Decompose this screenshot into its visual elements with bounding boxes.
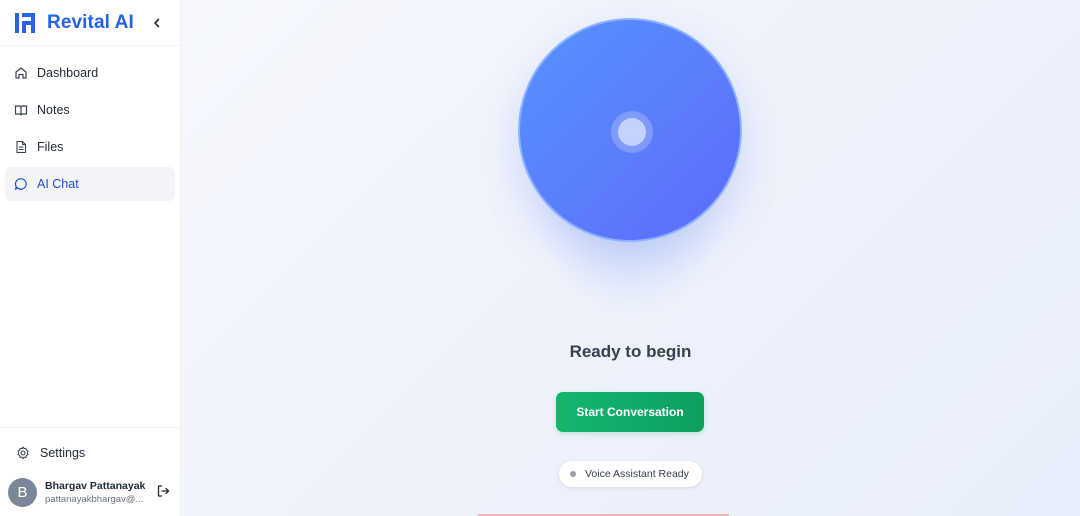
- brand-header: Revital AI: [0, 0, 180, 46]
- sidebar-item-label: Files: [37, 140, 64, 154]
- brand-name: Revital AI: [47, 11, 134, 33]
- user-name: Bhargav Pattanayak: [45, 479, 146, 492]
- book-icon: [14, 103, 28, 117]
- sidebar-nav: Dashboard Notes Files AI Chat: [0, 46, 180, 214]
- sidebar-item-dashboard[interactable]: Dashboard: [5, 56, 175, 90]
- file-icon: [14, 140, 28, 154]
- status-badge: Voice Assistant Ready: [559, 461, 702, 487]
- user-email: pattanayakbhargav@...: [45, 493, 144, 505]
- logout-icon: [157, 485, 170, 497]
- voice-chat-panel: Ready to begin Start Conversation Voice …: [181, 0, 1080, 516]
- collapse-sidebar-button[interactable]: [148, 14, 166, 32]
- user-profile: B Bhargav Pattanayak pattanayakbhargav@.…: [8, 476, 172, 508]
- start-conversation-button[interactable]: Start Conversation: [556, 392, 704, 432]
- sidebar-footer: Settings B Bhargav Pattanayak pattanayak…: [0, 427, 180, 516]
- orb-core: [618, 118, 646, 146]
- chat-bubble-icon: [14, 177, 28, 191]
- status-badge-label: Voice Assistant Ready: [585, 468, 689, 480]
- sidebar-item-label: Dashboard: [37, 66, 99, 80]
- voice-orb[interactable]: [518, 18, 742, 242]
- avatar: B: [8, 477, 37, 507]
- chevron-left-icon: [154, 18, 160, 28]
- sidebar-item-label: AI Chat: [37, 177, 79, 191]
- revital-logo-icon: [15, 12, 35, 33]
- user-info: Bhargav Pattanayak pattanayakbhargav@...: [45, 480, 150, 505]
- status-title: Ready to begin: [569, 342, 692, 361]
- settings-label: Settings: [40, 446, 86, 460]
- sidebar-item-files[interactable]: Files: [5, 130, 175, 164]
- sidebar: Revital AI Dashboard Notes Files AI Chat…: [0, 0, 181, 516]
- sidebar-item-notes[interactable]: Notes: [5, 93, 175, 127]
- sidebar-item-label: Notes: [37, 103, 70, 117]
- gear-icon: [16, 446, 30, 460]
- home-icon: [14, 66, 28, 80]
- settings-button[interactable]: Settings: [8, 438, 172, 468]
- logout-button[interactable]: [156, 484, 172, 500]
- sidebar-item-ai-chat[interactable]: AI Chat: [5, 167, 175, 201]
- status-dot-icon: [570, 471, 576, 477]
